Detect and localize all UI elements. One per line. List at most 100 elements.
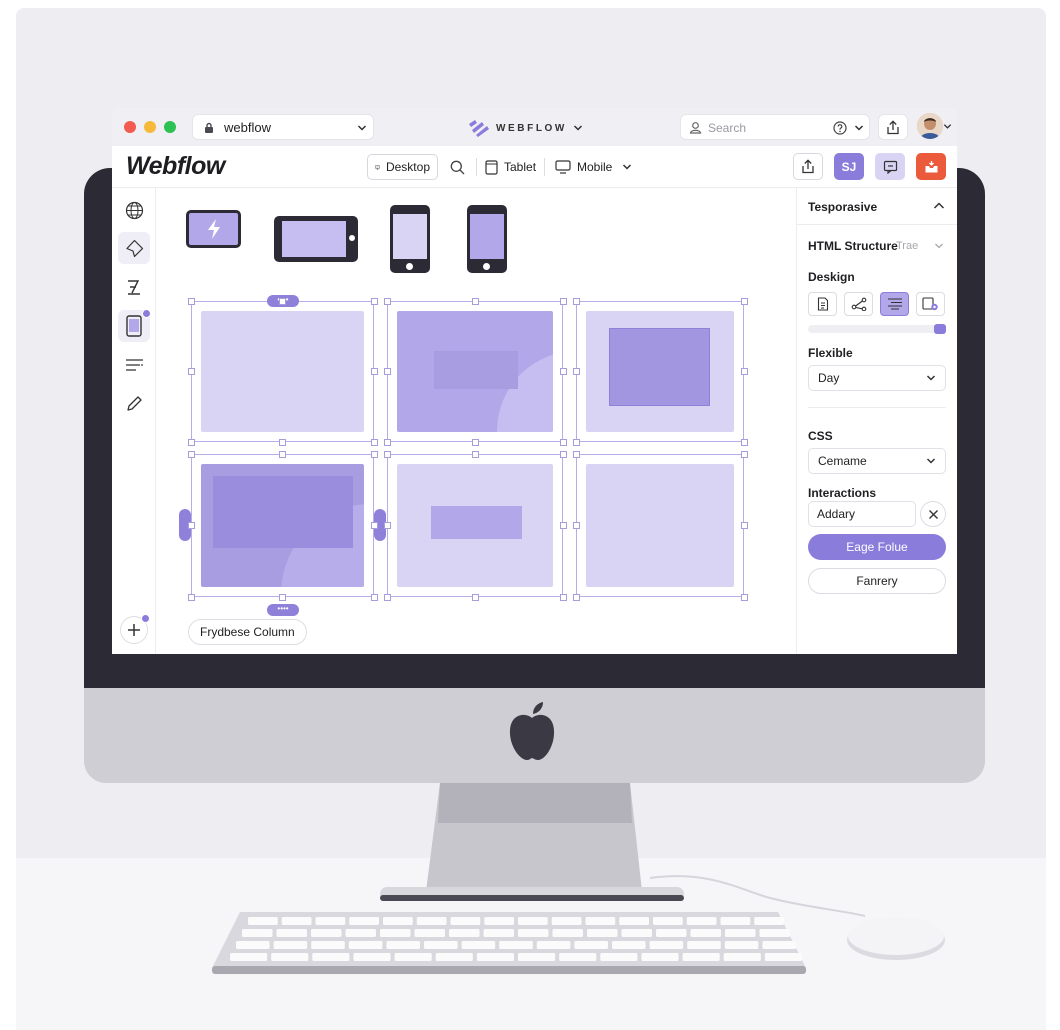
toolbar-navigator-button[interactable] — [118, 232, 150, 264]
selection-handle[interactable] — [384, 451, 391, 458]
viewport-mobile-button[interactable]: Mobile — [555, 154, 632, 180]
selection-handle[interactable] — [741, 594, 748, 601]
html-structure-value[interactable]: Trae — [896, 240, 918, 252]
selection-handle[interactable] — [371, 439, 378, 446]
selection-handle[interactable] — [560, 439, 567, 446]
chevron-down-icon[interactable] — [854, 123, 864, 133]
selection-handle[interactable] — [741, 439, 748, 446]
search-button[interactable] — [446, 156, 468, 178]
selection-handle[interactable] — [573, 451, 580, 458]
toolbar-globe-button[interactable] — [118, 194, 150, 226]
toolbar-typography-button[interactable] — [118, 271, 150, 303]
share-button[interactable] — [878, 114, 908, 140]
design-document-button[interactable] — [808, 292, 837, 316]
design-slider-thumb[interactable] — [934, 324, 946, 334]
export-button[interactable] — [793, 153, 823, 180]
selection-handle[interactable] — [384, 594, 391, 601]
chevron-down-icon[interactable] — [357, 123, 367, 133]
toolbar-pen-button[interactable] — [118, 388, 150, 420]
search-field[interactable]: Search — [680, 114, 870, 140]
help-icon[interactable] — [833, 121, 847, 135]
toolbar-text-align-button[interactable] — [118, 349, 150, 381]
comment-button[interactable] — [875, 153, 905, 180]
secondary-action-button[interactable]: Fanrery — [808, 568, 946, 594]
selection-handle[interactable] — [279, 594, 286, 601]
selection-handle[interactable] — [741, 298, 748, 305]
selection-handle[interactable] — [279, 298, 286, 305]
selection-handle[interactable] — [279, 451, 286, 458]
clear-interaction-button[interactable] — [920, 501, 946, 527]
selection-handle[interactable] — [573, 368, 580, 375]
grid-cell[interactable] — [191, 454, 374, 597]
design-canvas[interactable]: •••• •••• Frydbese Column — [156, 188, 796, 654]
keyboard-key — [725, 929, 756, 937]
selection-handle[interactable] — [188, 451, 195, 458]
selection-handle[interactable] — [573, 439, 580, 446]
selection-handle[interactable] — [188, 594, 195, 601]
resize-handle-bottom[interactable]: •••• — [267, 604, 299, 616]
add-element-button[interactable] — [120, 614, 150, 644]
toolbar-device-button[interactable] — [118, 309, 151, 342]
chevron-down-icon[interactable] — [943, 122, 952, 131]
minimize-window-button[interactable] — [144, 121, 156, 133]
design-slider-track[interactable] — [808, 324, 946, 334]
selection-handle[interactable] — [472, 451, 479, 458]
close-window-button[interactable] — [124, 121, 136, 133]
selection-handle[interactable] — [384, 368, 391, 375]
selection-handle[interactable] — [384, 522, 391, 529]
design-node-button[interactable] — [844, 292, 873, 316]
css-select[interactable]: Cemame — [808, 448, 946, 474]
selection-handle[interactable] — [279, 439, 286, 446]
selection-handle[interactable] — [384, 298, 391, 305]
selection-handle[interactable] — [371, 368, 378, 375]
grid-cell[interactable] — [387, 454, 563, 597]
avatar[interactable] — [917, 113, 943, 139]
preview-tablet-landscape[interactable] — [274, 216, 358, 262]
grid-cell[interactable] — [576, 454, 744, 597]
selection-handle[interactable] — [573, 594, 580, 601]
grid-cell[interactable] — [191, 301, 374, 442]
preview-tablet-portrait[interactable] — [390, 205, 430, 273]
zoom-window-button[interactable] — [164, 121, 176, 133]
viewport-desktop-button[interactable]: Desktop — [367, 154, 438, 180]
selection-handle[interactable] — [573, 298, 580, 305]
interactions-field[interactable]: Addary — [808, 501, 916, 527]
selection-handle[interactable] — [741, 451, 748, 458]
selection-handle[interactable] — [371, 451, 378, 458]
selection-handle[interactable] — [371, 522, 378, 529]
selection-handle[interactable] — [472, 594, 479, 601]
selection-handle[interactable] — [384, 439, 391, 446]
viewport-tablet-button[interactable]: Tablet — [485, 154, 536, 180]
selection-handle[interactable] — [573, 522, 580, 529]
selection-handle[interactable] — [741, 368, 748, 375]
selection-handle[interactable] — [560, 522, 567, 529]
selection-handle[interactable] — [188, 522, 195, 529]
flexible-select[interactable]: Day — [808, 365, 946, 391]
grid-cell[interactable] — [576, 301, 744, 442]
selection-handle[interactable] — [472, 298, 479, 305]
selection-handle[interactable] — [371, 594, 378, 601]
primary-action-button[interactable]: Eage Folue — [808, 534, 946, 560]
publish-button[interactable]: SJ — [834, 153, 864, 180]
brand-menu[interactable]: WEBFLOW — [468, 117, 583, 139]
selection-handle[interactable] — [741, 522, 748, 529]
selection-handle[interactable] — [188, 368, 195, 375]
selection-handle[interactable] — [188, 298, 195, 305]
selection-handle[interactable] — [371, 298, 378, 305]
design-align-button[interactable] — [880, 292, 909, 316]
chevron-down-icon[interactable] — [934, 241, 944, 251]
grid-cell[interactable] — [387, 301, 563, 442]
selection-handle[interactable] — [560, 451, 567, 458]
inbox-button[interactable] — [916, 153, 946, 180]
preview-desktop[interactable] — [186, 210, 241, 248]
selection-handle[interactable] — [188, 439, 195, 446]
selection-handle[interactable] — [560, 298, 567, 305]
url-bar[interactable]: webflow — [192, 114, 374, 140]
design-settings-button[interactable] — [916, 292, 945, 316]
preview-mobile[interactable] — [467, 205, 507, 273]
chevron-up-icon[interactable] — [933, 201, 945, 211]
column-label[interactable]: Frydbese Column — [188, 619, 307, 645]
selection-handle[interactable] — [560, 594, 567, 601]
selection-handle[interactable] — [472, 439, 479, 446]
selection-handle[interactable] — [560, 368, 567, 375]
